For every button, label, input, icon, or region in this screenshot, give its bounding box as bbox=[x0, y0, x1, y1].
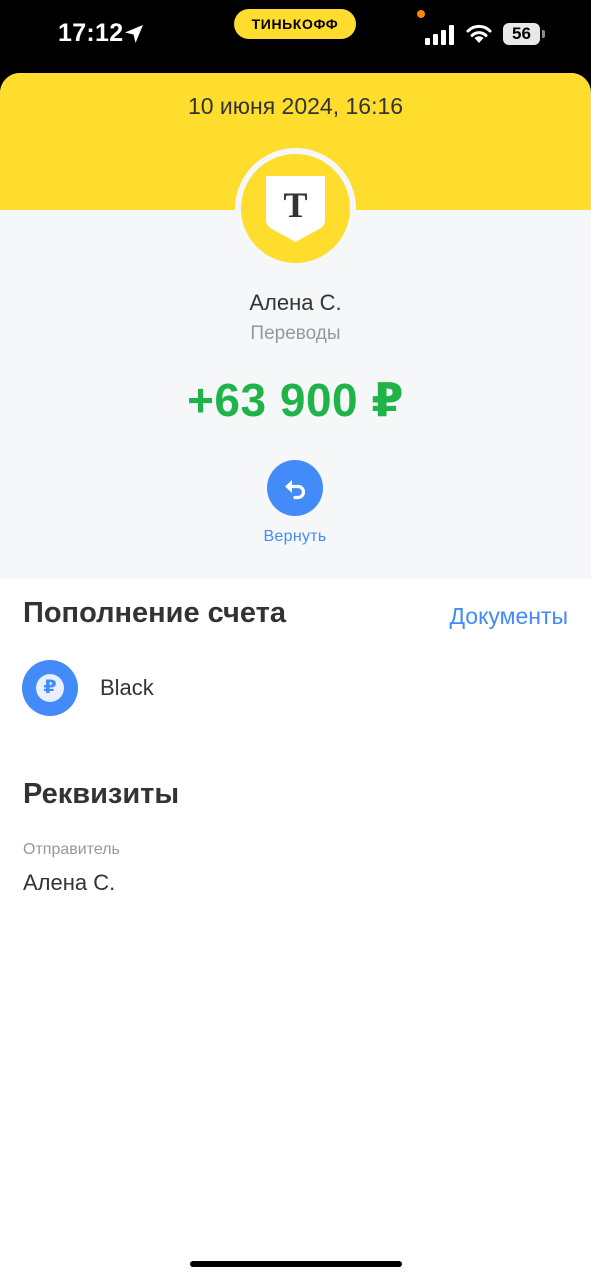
status-time: 17:12 bbox=[58, 19, 124, 47]
logo-letter: T bbox=[283, 185, 307, 225]
sender-field-label: Отправитель bbox=[23, 841, 120, 858]
sender-name: Алена С. bbox=[249, 290, 342, 315]
return-arrow-icon bbox=[285, 480, 306, 500]
battery-indicator: 56 bbox=[503, 23, 540, 45]
return-button-label[interactable]: Вернуть bbox=[225, 528, 365, 546]
sender-field-value: Алена С. bbox=[23, 870, 116, 895]
operation-category: Переводы bbox=[250, 323, 341, 344]
screen: 17:12 ТИНЬКОФФ 56 10 июня 2024, 16:16 T bbox=[0, 0, 591, 1280]
operation-sheet: 10 июня 2024, 16:16 T Алена С. Переводы … bbox=[0, 73, 591, 1280]
account-name[interactable]: Black bbox=[100, 675, 154, 701]
operation-section-title: Пополнение счета bbox=[23, 597, 286, 629]
details-section-title: Реквизиты bbox=[23, 778, 180, 810]
wifi-icon bbox=[466, 24, 492, 43]
tinkoff-shield-icon: T bbox=[266, 176, 325, 242]
ruble-icon: ₽ bbox=[36, 674, 64, 702]
operation-amount: +63 900 ₽ bbox=[187, 374, 404, 426]
home-indicator[interactable] bbox=[190, 1261, 402, 1267]
privacy-indicator-dot bbox=[417, 10, 425, 18]
battery-cap bbox=[542, 30, 545, 38]
documents-link[interactable]: Документы bbox=[420, 603, 568, 630]
operation-date: 10 июня 2024, 16:16 bbox=[187, 93, 404, 119]
dynamic-island-brand-pill: ТИНЬКОФФ bbox=[234, 9, 356, 39]
return-button[interactable] bbox=[267, 460, 323, 516]
location-arrow-icon bbox=[125, 25, 143, 43]
account-icon: ₽ bbox=[22, 660, 78, 716]
cellular-signal-icon bbox=[425, 25, 454, 45]
status-bar: 17:12 ТИНЬКОФФ 56 bbox=[0, 0, 591, 72]
